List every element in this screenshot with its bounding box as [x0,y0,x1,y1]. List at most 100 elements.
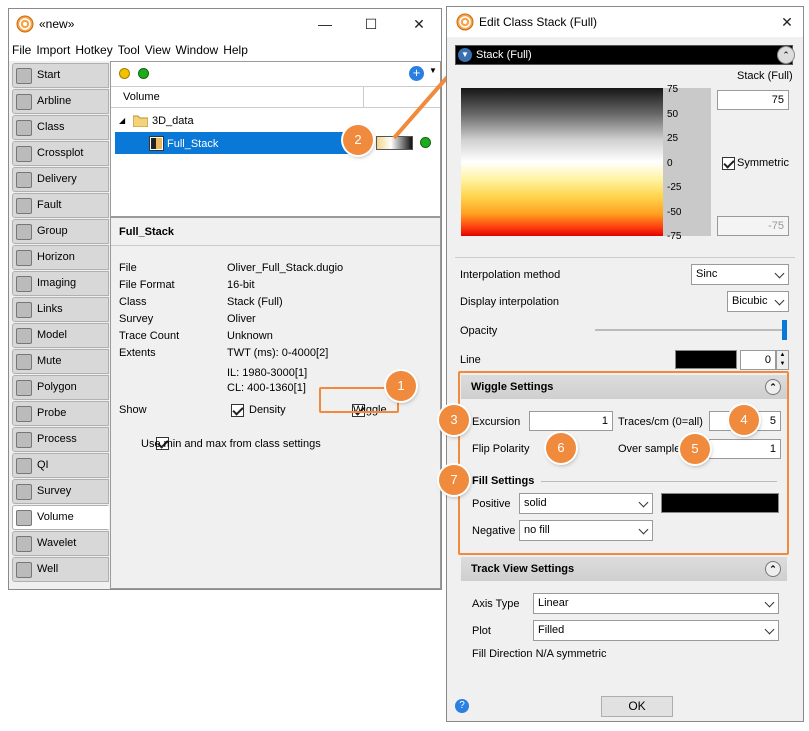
scale-tick-label: -75 [667,231,682,242]
nav-item-label: Imaging [37,277,77,289]
ok-button[interactable]: OK [601,696,673,717]
wiggle-settings-highlight [458,371,789,555]
nav-item-volume[interactable]: Volume [12,505,109,530]
nav-item-survey[interactable]: Survey [12,479,109,504]
tree-folder-label[interactable]: 3D_data [152,115,194,127]
chevron-down-icon [774,268,785,279]
nav-item-well[interactable]: Well [12,557,109,582]
menu-tool[interactable]: Tool [115,39,142,57]
nav-item-label: Fault [37,199,62,211]
main-window-title: «new» [39,17,75,31]
colorbar-selector[interactable]: ▼ Stack (Full) [455,45,793,65]
nav-item-polygon[interactable]: Polygon [12,375,109,400]
use-minmax-label: Use min and max from class settings [141,438,321,450]
nav-item-imaging[interactable]: Imaging [12,271,109,296]
line-color-swatch[interactable] [675,350,737,369]
detail-key: File [119,262,137,274]
nav-item-mute[interactable]: Mute [12,349,109,374]
symmetric-checkbox[interactable] [722,157,735,170]
line-width-spinner[interactable]: ▲ ▼ [776,350,789,370]
nav-item-label: Links [37,303,63,315]
nav-item-start[interactable]: Start [12,63,109,88]
detail-key: Trace Count [119,330,180,342]
detail-value: TWT (ms): 0-4000[2] [227,347,329,359]
dialog-close-icon[interactable]: ✕ [773,12,801,32]
callout-badge-1: 1 [386,371,416,401]
tree-column-volume[interactable]: Volume [123,91,160,103]
nav-item-horizon[interactable]: Horizon [12,245,109,270]
process-icon [16,432,32,448]
axis-type-value: Linear [538,597,569,609]
line-width-input[interactable]: 0 [740,350,776,370]
opacity-label: Opacity [460,325,498,337]
chevron-down-icon [764,597,775,608]
nav-item-links[interactable]: Links [12,297,109,322]
nav-item-label: Wavelet [37,537,77,549]
menu-bar: File Import Hotkey Tool View Window Help [9,39,441,61]
menu-help[interactable]: Help [220,39,250,57]
colorbar-gradient[interactable] [461,88,663,236]
nav-item-class[interactable]: Class [12,115,109,140]
display-interp-label: Display interpolation [460,296,560,308]
extents-il: IL: 1980-3000[1] [227,367,308,379]
menu-file[interactable]: File [9,39,33,57]
display-interp-select[interactable]: Bicubic [727,291,789,312]
help-icon[interactable]: ? [455,699,469,713]
nav-item-arbline[interactable]: Arbline [12,89,109,114]
callout-badge-5: 5 [680,434,710,464]
nav-item-process[interactable]: Process [12,427,109,452]
plot-select[interactable]: Filled [533,620,779,641]
arbline-icon [16,94,32,110]
nav-item-model[interactable]: Model [12,323,109,348]
nav-item-qi[interactable]: QI [12,453,109,478]
menu-window[interactable]: Window [173,39,221,57]
group-icon [16,224,32,240]
minimize-icon[interactable]: — [311,14,339,34]
detail-key: File Format [119,279,175,291]
max-value-input[interactable]: 75 [717,90,789,110]
track-settings-header[interactable]: Track View Settings ⌃ [461,557,787,581]
interp-method-label: Interpolation method [460,269,561,281]
nav-item-probe[interactable]: Probe [12,401,109,426]
colorbar-name: Stack (Full) [476,49,532,61]
nav-item-label: QI [37,459,49,471]
display-interp-value: Bicubic [732,295,768,307]
nav-item-delivery[interactable]: Delivery [12,167,109,192]
chevron-down-icon [764,624,775,635]
nav-item-label: Mute [37,355,62,367]
menu-import[interactable]: Import [33,39,72,57]
nav-item-label: Group [37,225,68,237]
axis-type-select[interactable]: Linear [533,593,779,614]
opacity-slider-track[interactable] [595,329,785,331]
status-yellow-icon [119,68,130,79]
nav-item-fault[interactable]: Fault [12,193,109,218]
symmetric-label: Symmetric [737,157,789,169]
density-checkbox[interactable] [231,404,244,417]
plot-label: Plot [472,625,491,637]
links-icon [16,302,32,318]
detail-value: Oliver_Full_Stack.dugio [227,262,344,274]
dialog-title: Edit Class Stack (Full) [479,15,598,29]
track-settings-title: Track View Settings [471,563,575,575]
menu-view[interactable]: View [142,39,173,57]
crossplot-icon [16,146,32,162]
nav-item-label: Process [37,433,77,445]
collapse-icon[interactable]: ⌃ [765,561,781,577]
interp-method-select[interactable]: Sinc [691,264,789,285]
nav-item-crossplot[interactable]: Crossplot [12,141,109,166]
tree-item-full-stack[interactable]: Full_Stack [167,138,218,150]
nav-item-label: Survey [37,485,72,497]
expand-arrow-icon[interactable]: ◢ [119,116,125,125]
chevron-down-icon [774,295,785,306]
min-value-input[interactable]: -75 [717,216,789,236]
model-icon [16,328,32,344]
nav-item-label: Arbline [37,95,72,107]
horizon-icon [16,250,32,266]
opacity-slider-handle[interactable] [782,320,787,340]
selector-collapse-icon[interactable]: ⌃ [777,46,795,64]
selector-dropdown-icon[interactable]: ▼ [458,48,472,62]
main-titlebar: «new» — ☐ ✕ [9,9,441,39]
menu-hotkey[interactable]: Hotkey [72,39,114,57]
nav-item-group[interactable]: Group [12,219,109,244]
nav-item-wavelet[interactable]: Wavelet [12,531,109,556]
